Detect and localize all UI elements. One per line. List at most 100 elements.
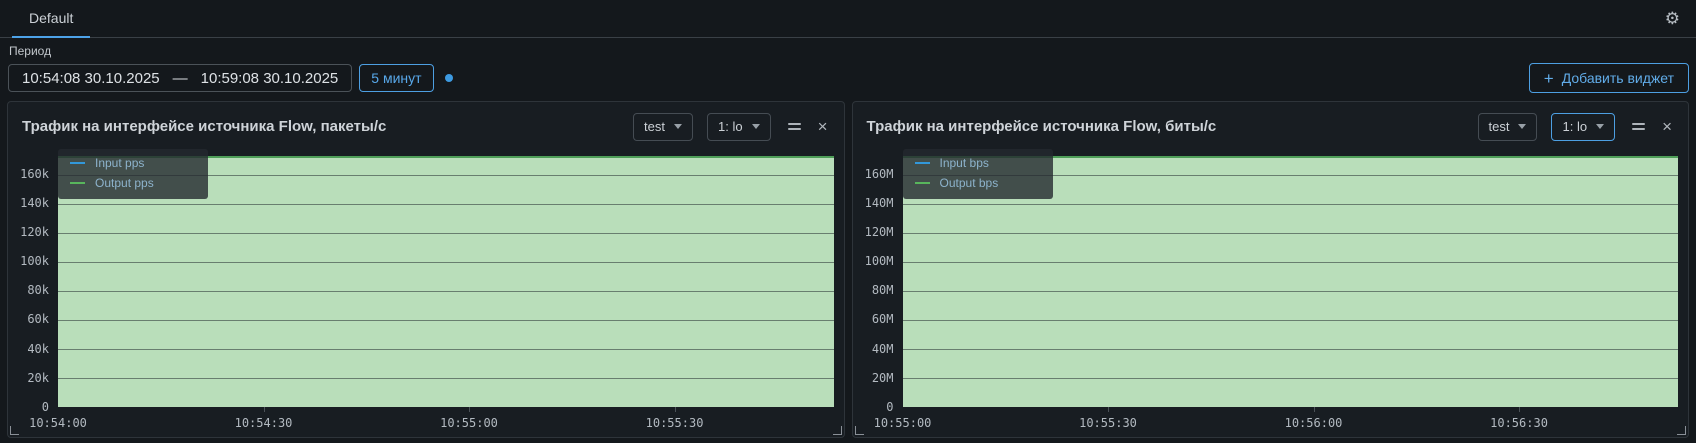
x-tick-mark: [1314, 407, 1315, 412]
gridline: [58, 204, 834, 205]
y-tick-label: 0: [886, 400, 893, 414]
interface-select-value: 1: lo: [718, 119, 743, 134]
x-tick-mark: [1519, 407, 1520, 412]
close-icon[interactable]: ×: [1662, 118, 1672, 135]
x-axis-ticks: [903, 407, 1679, 412]
interface-select[interactable]: 1: lo: [1551, 113, 1615, 141]
x-tick-label: 10:56:30: [1490, 416, 1548, 430]
y-tick-label: 60M: [872, 312, 894, 326]
toolbar: Период 10:54:08 30.10.2025 — 10:59:08 30…: [0, 38, 1696, 101]
gridline: [58, 320, 834, 321]
y-tick-label: 100M: [865, 254, 894, 268]
period-range-input[interactable]: 10:54:08 30.10.2025 — 10:59:08 30.10.202…: [8, 64, 352, 92]
gridline: [58, 233, 834, 234]
panel-title: Трафик на интерфейсе источника Flow, бит…: [867, 118, 1464, 135]
gridline: [903, 320, 1679, 321]
x-tick-label: 10:54:00: [29, 416, 87, 430]
close-icon[interactable]: ×: [818, 118, 828, 135]
resize-handle-bottom-right[interactable]: [833, 426, 842, 435]
interface-select-value: 1: lo: [1562, 119, 1587, 134]
gridline: [903, 291, 1679, 292]
gear-icon[interactable]: ⚙: [1665, 9, 1680, 29]
source-select[interactable]: test: [1478, 113, 1538, 141]
period-from: 10:54:08 30.10.2025: [22, 70, 160, 87]
chart-region: 160k140k120k100k80k60k40k20k0 Input ppsO…: [8, 142, 844, 437]
gridline: [903, 349, 1679, 350]
live-dot-indicator: [445, 74, 453, 82]
y-tick-label: 140M: [865, 196, 894, 210]
x-tick-mark: [675, 407, 676, 412]
x-tick-label: 10:55:00: [440, 416, 498, 430]
resize-handle-bottom-left[interactable]: [10, 426, 19, 435]
chevron-down-icon: [1518, 124, 1526, 129]
plot-area[interactable]: Input bps Output bps: [903, 156, 1679, 407]
tab-bar: Default ⚙: [0, 0, 1696, 38]
widget-panel-pps: Трафик на интерфейсе источника Flow, пак…: [7, 101, 845, 438]
drag-handle-icon[interactable]: [788, 123, 801, 130]
gridline: [58, 349, 834, 350]
gridline: [58, 262, 834, 263]
tab-label: Default: [29, 10, 73, 26]
chevron-down-icon: [752, 124, 760, 129]
period-label: Период: [9, 44, 1689, 58]
x-tick-label: 10:56:00: [1285, 416, 1343, 430]
y-tick-label: 20k: [27, 371, 49, 385]
panel-title: Трафик на интерфейсе источника Flow, пак…: [22, 118, 619, 135]
x-tick-label: 10:55:30: [1079, 416, 1137, 430]
legend: Input bps Output bps: [903, 149, 1053, 199]
chart-region: 160M 140M 120M 100M 80M 60M 40M 20M 0 Input bps O…: [853, 142, 1689, 437]
x-axis-labels: 10:54:0010:54:3010:55:0010:55:3010:5: [58, 416, 834, 431]
y-tick-label: 40k: [27, 342, 49, 356]
period-separator: —: [173, 70, 188, 87]
add-widget-button[interactable]: + Добавить виджет: [1529, 63, 1689, 93]
gridline: [58, 291, 834, 292]
interface-select[interactable]: 1: lo: [707, 113, 771, 141]
panel-header: Трафик на интерфейсе источника Flow, пак…: [8, 102, 844, 142]
x-tick-label: 10:55:00: [874, 416, 932, 430]
gridline: [903, 262, 1679, 263]
legend-swatch-icon: [915, 182, 930, 184]
source-select-value: test: [644, 119, 665, 134]
y-tick-label: 20M: [872, 371, 894, 385]
period-quick-button[interactable]: 5 минут: [359, 64, 433, 92]
y-tick-label: 80M: [872, 283, 894, 297]
plus-icon: +: [1544, 70, 1554, 87]
legend-item[interactable]: Output bps: [915, 176, 1037, 190]
source-select[interactable]: test: [633, 113, 693, 141]
y-tick-label: 120k: [20, 225, 49, 239]
x-axis-ticks: [58, 407, 834, 412]
legend-swatch-icon: [70, 182, 85, 184]
gridline: [903, 378, 1679, 379]
legend-label: Input pps: [95, 156, 144, 170]
y-tick-label: 40M: [872, 342, 894, 356]
legend-item[interactable]: Output pps: [70, 176, 192, 190]
tab-default[interactable]: Default: [12, 0, 90, 38]
y-tick-label: 160M: [865, 167, 894, 181]
plot-area[interactable]: Input pps Output pps: [58, 156, 834, 407]
legend-label: Output pps: [95, 176, 154, 190]
x-tick-label: 10:55:30: [646, 416, 704, 430]
y-tick-label: 140k: [20, 196, 49, 210]
y-tick-label: 0: [42, 400, 49, 414]
legend-item[interactable]: Input pps: [70, 156, 192, 170]
gridline: [903, 233, 1679, 234]
y-tick-label: 120M: [865, 225, 894, 239]
legend-item[interactable]: Input bps: [915, 156, 1037, 170]
resize-handle-bottom-left[interactable]: [855, 426, 864, 435]
period-to: 10:59:08 30.10.2025: [201, 70, 339, 87]
chevron-down-icon: [1596, 124, 1604, 129]
legend-swatch-icon: [70, 162, 85, 164]
resize-handle-bottom-right[interactable]: [1677, 426, 1686, 435]
gridline: [903, 204, 1679, 205]
y-axis-labels: 160k140k120k100k80k60k40k20k0: [8, 156, 52, 407]
widget-panel-bps: Трафик на интерфейсе источника Flow, бит…: [852, 101, 1690, 438]
widget-panels: Трафик на интерфейсе источника Flow, пак…: [0, 101, 1696, 438]
controls-row: 10:54:08 30.10.2025 — 10:59:08 30.10.202…: [8, 63, 1689, 93]
drag-handle-icon[interactable]: [1632, 123, 1645, 130]
x-tick-mark: [1108, 407, 1109, 412]
panel-header: Трафик на интерфейсе источника Flow, бит…: [853, 102, 1689, 142]
x-axis-labels: 10:55:0010:55:3010:56:0010:56:3010:5: [903, 416, 1679, 431]
legend: Input pps Output pps: [58, 149, 208, 199]
chevron-down-icon: [674, 124, 682, 129]
y-axis-labels: 160M140M120M100M80M60M40M20M0: [853, 156, 897, 407]
